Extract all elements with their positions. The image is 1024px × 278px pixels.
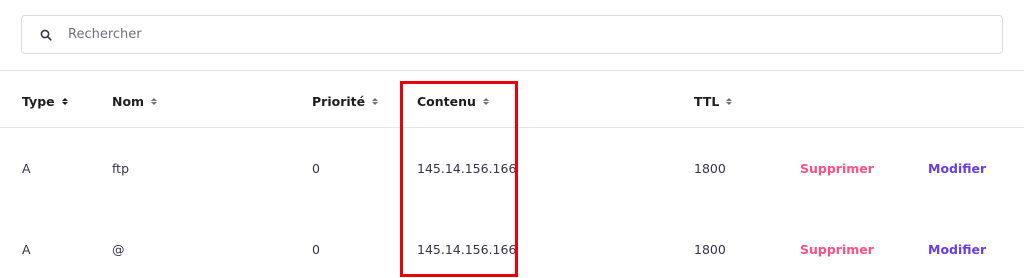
delete-button[interactable]: Supprimer — [800, 242, 874, 257]
sort-icon[interactable] — [61, 98, 68, 105]
search-icon — [39, 28, 53, 42]
column-header-label: Nom — [112, 94, 145, 109]
cell-type: A — [22, 242, 31, 257]
sort-icon[interactable] — [151, 98, 158, 105]
cell-ttl: 1800 — [694, 242, 726, 257]
cell-nom: ftp — [112, 161, 130, 176]
sort-icon[interactable] — [482, 98, 489, 105]
divider — [0, 127, 1024, 128]
cell-priorite: 0 — [312, 161, 320, 176]
column-header-ttl[interactable]: TTL — [694, 94, 733, 109]
column-header-label: Contenu — [417, 94, 476, 109]
cell-nom: @ — [112, 242, 125, 257]
cell-contenu: 145.14.156.166 — [417, 242, 517, 257]
search-input[interactable] — [68, 27, 968, 42]
column-header-nom[interactable]: Nom — [112, 94, 158, 109]
column-header-label: Priorité — [312, 94, 366, 109]
cell-type: A — [22, 161, 31, 176]
cell-contenu: 145.14.156.166 — [417, 161, 517, 176]
sort-icon[interactable] — [726, 98, 733, 105]
edit-button[interactable]: Modifier — [928, 242, 986, 257]
search-box[interactable] — [21, 15, 1003, 54]
column-header-priorite[interactable]: Priorité — [312, 94, 379, 109]
column-header-label: TTL — [694, 94, 720, 109]
delete-button[interactable]: Supprimer — [800, 161, 874, 176]
dns-records-panel: Type Nom Priorité Contenu TTL A ftp 0 14… — [0, 0, 1024, 278]
cell-ttl: 1800 — [694, 161, 726, 176]
column-header-type[interactable]: Type — [22, 94, 68, 109]
column-header-contenu[interactable]: Contenu — [417, 94, 489, 109]
edit-button[interactable]: Modifier — [928, 161, 986, 176]
sort-icon[interactable] — [372, 98, 379, 105]
cell-priorite: 0 — [312, 242, 320, 257]
column-header-label: Type — [22, 94, 55, 109]
divider — [0, 70, 1024, 71]
